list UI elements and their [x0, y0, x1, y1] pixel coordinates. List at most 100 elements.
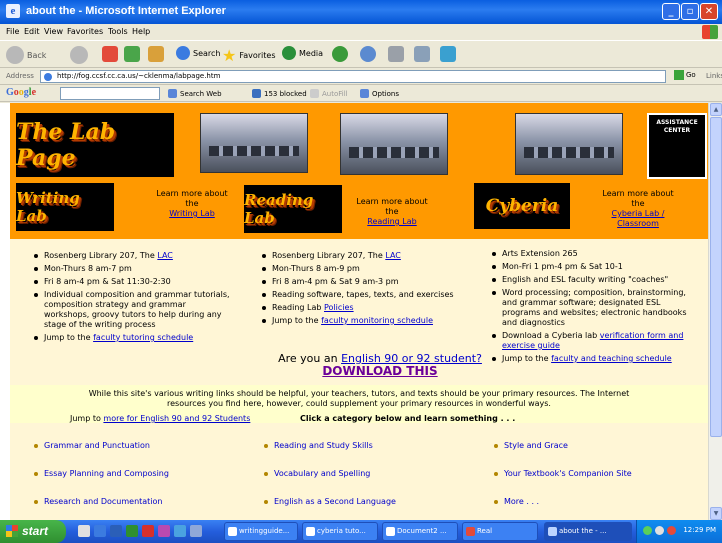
scroll-thumb[interactable] [710, 117, 722, 437]
writing-learn-text: Learn more about the [156, 189, 228, 208]
blocked-count: 153 blocked [264, 89, 307, 98]
history-button[interactable] [332, 46, 348, 62]
edit-button[interactable] [414, 46, 430, 62]
quicklaunch-media-icon[interactable] [190, 525, 202, 537]
go-label: Go [686, 71, 696, 79]
category-research-link[interactable]: Research and Documentation [34, 497, 163, 506]
scroll-down-icon[interactable]: ▼ [710, 507, 722, 520]
messenger-button[interactable] [440, 46, 456, 62]
options-icon [360, 89, 369, 98]
go-button[interactable]: Go [674, 70, 696, 80]
reading-lab-logo[interactable]: Reading Lab [244, 185, 342, 233]
autofill-icon [310, 89, 319, 98]
quicklaunch-ie-icon[interactable] [94, 525, 106, 537]
home-button[interactable] [148, 46, 164, 62]
scroll-up-icon[interactable]: ▲ [710, 103, 722, 116]
more-english-link[interactable]: more for English 90 and 92 Students [103, 414, 250, 423]
lac-link[interactable]: LAC [385, 251, 401, 260]
real-player-icon [466, 527, 475, 536]
list-item: Mon-Thurs 8 am-7 pm [34, 264, 230, 274]
reading-lab-list: Rosenberg Library 207, The LAC Mon-Thurs… [262, 251, 468, 329]
jump-text: Jump to more for English 90 and 92 Stude… [70, 414, 250, 423]
cyberia-lab-link[interactable]: Cyberia Lab / Classroom [612, 209, 665, 228]
faculty-teaching-schedule-link[interactable]: faculty and teaching schedule [551, 354, 672, 363]
category-more-link[interactable]: More . . . [494, 497, 539, 506]
task-cyberia[interactable]: cyberia tuto... [302, 522, 378, 541]
menu-favorites[interactable]: Favorites [67, 27, 103, 36]
address-input[interactable]: http://fog.ccsf.cc.ca.us/~cklenma/labpag… [40, 70, 666, 83]
vertical-scrollbar[interactable]: ▲ ▼ [708, 103, 722, 520]
category-vocabulary-link[interactable]: Vocabulary and Spelling [264, 469, 370, 478]
quicklaunch-app-icon[interactable] [158, 525, 170, 537]
faculty-monitoring-schedule-link[interactable]: faculty monitoring schedule [321, 316, 433, 325]
favorites-button[interactable]: ★ Favorites [222, 46, 275, 65]
forward-button[interactable] [70, 46, 88, 64]
network-icon[interactable] [643, 526, 652, 535]
category-essay-link[interactable]: Essay Planning and Composing [34, 469, 169, 478]
start-button[interactable]: start [0, 520, 66, 543]
google-search-input[interactable] [60, 87, 160, 100]
minimize-button[interactable]: _ [662, 3, 680, 20]
list-item: Fri 8 am-4 pm & Sat 11:30-2:30 [34, 277, 230, 287]
autofill-button[interactable]: AutoFill [310, 89, 348, 98]
menu-view[interactable]: View [44, 27, 63, 36]
star-icon: ★ [222, 46, 237, 65]
close-button[interactable]: ✕ [700, 3, 718, 20]
quicklaunch-desktop-icon[interactable] [78, 525, 90, 537]
security-icon[interactable] [667, 526, 676, 535]
links-button[interactable]: Links [706, 72, 722, 80]
task-writingguide[interactable]: writingguide... [224, 522, 298, 541]
quicklaunch-ppt-icon[interactable] [142, 525, 154, 537]
task-document2[interactable]: Document2 ... [382, 522, 458, 541]
task-label: Real [477, 527, 493, 535]
notice-text: While this site's various writing links … [88, 389, 630, 408]
edit-icon [414, 46, 430, 62]
refresh-button[interactable] [124, 46, 140, 62]
options-button[interactable]: Options [360, 89, 399, 98]
quicklaunch-word-icon[interactable] [110, 525, 122, 537]
system-tray: 12:29 PM [636, 520, 722, 543]
volume-icon[interactable] [655, 526, 664, 535]
writing-lab-link[interactable]: Writing Lab [169, 209, 215, 218]
writing-learn-more: Learn more about the Writing Lab [156, 189, 228, 219]
stop-button[interactable] [102, 46, 118, 62]
menu-file[interactable]: File [6, 27, 19, 36]
policies-link[interactable]: Policies [324, 303, 354, 312]
menu-edit[interactable]: Edit [24, 27, 40, 36]
category-textbook-link[interactable]: Your Textbook's Companion Site [494, 469, 632, 478]
google-logo[interactable]: Google [6, 87, 36, 98]
category-reading-link[interactable]: Reading and Study Skills [264, 441, 373, 450]
cyberia-list: Arts Extension 265 Mon-Fri 1 pm-4 pm & S… [492, 249, 698, 367]
category-style-link[interactable]: Style and Grace [494, 441, 568, 450]
writing-lab-logo[interactable]: Writing Lab [16, 183, 114, 231]
lac-link[interactable]: LAC [157, 251, 173, 260]
menu-help[interactable]: Help [132, 27, 150, 36]
lab-photo-3 [515, 113, 623, 175]
task-about-the[interactable]: about the - ... [544, 522, 632, 541]
page-favicon-icon [44, 73, 52, 81]
reading-learn-text: Learn more about the [356, 197, 428, 216]
quicklaunch-excel-icon[interactable] [126, 525, 138, 537]
quicklaunch-outlook-icon[interactable] [174, 525, 186, 537]
category-grammar-link[interactable]: Grammar and Punctuation [34, 441, 150, 450]
maximize-button[interactable]: ▫ [681, 3, 699, 20]
category-esl-link[interactable]: English as a Second Language [264, 497, 396, 506]
reading-lab-link[interactable]: Reading Lab [367, 217, 416, 226]
download-this-link[interactable]: DOWNLOAD THIS [270, 365, 490, 377]
popup-blocker[interactable]: 153 blocked [252, 89, 307, 98]
mail-button[interactable] [360, 46, 376, 62]
search-button[interactable]: Search [176, 46, 220, 60]
cyberia-logo[interactable]: Cyberia [474, 183, 570, 229]
jump-row: Jump to more for English 90 and 92 Stude… [10, 413, 708, 427]
faculty-tutoring-schedule-link[interactable]: faculty tutoring schedule [93, 333, 193, 342]
search-web-button[interactable]: Search Web [168, 89, 222, 98]
window-title: about the - Microsoft Internet Explorer [26, 5, 226, 17]
back-button[interactable]: Back [6, 46, 46, 64]
menu-tools[interactable]: Tools [108, 27, 128, 36]
task-real[interactable]: Real [462, 522, 538, 541]
list-item: Individual composition and grammar tutor… [34, 290, 230, 330]
print-button[interactable] [388, 46, 404, 62]
list-item: Rosenberg Library 207, The LAC [34, 251, 230, 261]
task-label: writingguide... [239, 527, 290, 535]
media-button[interactable]: Media [282, 46, 323, 60]
